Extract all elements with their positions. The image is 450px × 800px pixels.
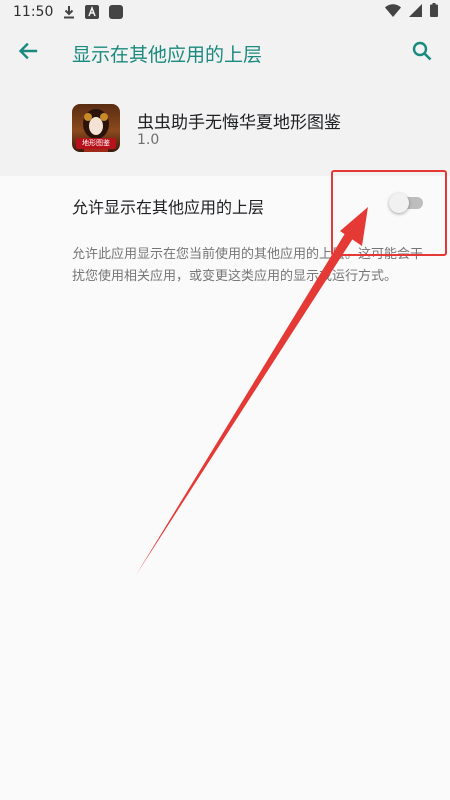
- battery-icon: [430, 3, 438, 21]
- app-version: 1.0: [137, 132, 160, 148]
- notification-square-icon: [109, 5, 124, 19]
- page-title: 显示在其他应用的上层: [72, 43, 263, 66]
- search-button[interactable]: [394, 24, 450, 82]
- app-bar: 显示在其他应用的上层: [0, 24, 450, 82]
- signal-icon: [409, 3, 422, 21]
- status-bar: 11:50: [0, 0, 450, 24]
- back-button[interactable]: [0, 24, 56, 82]
- app-icon: 地形图鉴: [72, 104, 120, 152]
- app-icon-label: 地形图鉴: [76, 138, 116, 149]
- wifi-icon: [385, 3, 401, 21]
- download-icon: [63, 5, 75, 19]
- arrow-left-icon: [18, 41, 38, 65]
- annotation-highlight-box: [331, 170, 447, 256]
- search-icon: [412, 41, 432, 65]
- overlay-permission-label: 允许显示在其他应用的上层: [72, 198, 265, 217]
- app-name: 虫虫助手无悔华夏地形图鉴: [137, 113, 341, 133]
- status-time: 11:50: [13, 4, 54, 20]
- app-info-header: 地形图鉴 虫虫助手无悔华夏地形图鉴 1.0: [0, 82, 450, 176]
- a-icon: [85, 5, 100, 19]
